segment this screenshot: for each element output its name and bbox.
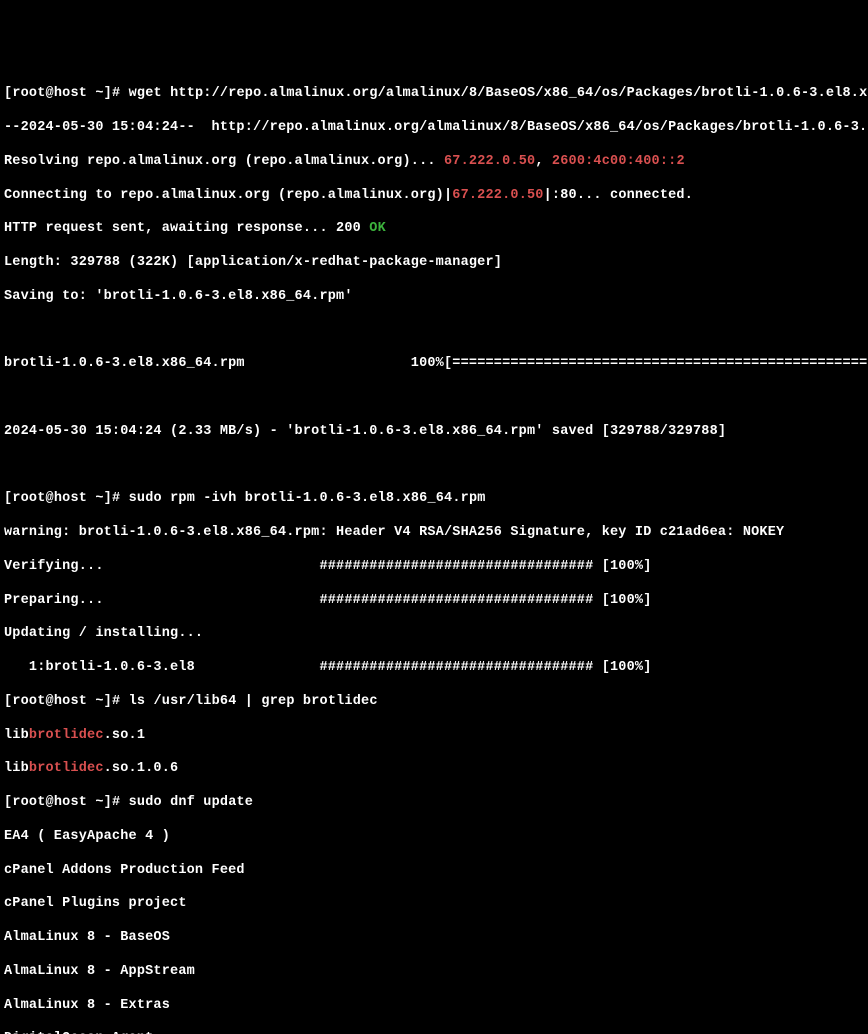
dnf-repo: EA4 ( EasyApache 4 ): [4, 829, 864, 846]
wget-http-status: HTTP request sent, awaiting response... …: [4, 221, 864, 238]
grep-match: brotlidec: [29, 761, 104, 776]
prompt-line-wget[interactable]: [root@host ~]# wget http://repo.almalinu…: [4, 86, 864, 103]
wget-saved: 2024-05-30 15:04:24 (2.33 MB/s) - 'brotl…: [4, 424, 864, 441]
dnf-command: sudo dnf update: [129, 795, 254, 810]
prompt-line-ls[interactable]: [root@host ~]# ls /usr/lib64 | grep brot…: [4, 694, 864, 711]
prompt-line-rpm[interactable]: [root@host ~]# sudo rpm -ivh brotli-1.0.…: [4, 491, 864, 508]
ipv4-address: 67.222.0.50: [444, 154, 535, 169]
rpm-warning: warning: brotli-1.0.6-3.el8.x86_64.rpm: …: [4, 525, 864, 542]
dnf-repo: AlmaLinux 8 - BaseOS: [4, 930, 864, 947]
rpm-pkg: 1:brotli-1.0.6-3.el8 ###################…: [4, 660, 864, 677]
dnf-repo: cPanel Plugins project: [4, 896, 864, 913]
dnf-repo: AlmaLinux 8 - Extras: [4, 998, 864, 1015]
wget-connect: Connecting to repo.almalinux.org (repo.a…: [4, 188, 864, 205]
dnf-repo: cPanel Addons Production Feed: [4, 863, 864, 880]
dnf-repo: AlmaLinux 8 - AppStream: [4, 964, 864, 981]
blank-line: [4, 390, 864, 407]
grep-match: brotlidec: [29, 728, 104, 743]
blank-line: [4, 323, 864, 340]
rpm-command: sudo rpm -ivh brotli-1.0.6-3.el8.x86_64.…: [129, 491, 486, 506]
wget-resolve: Resolving repo.almalinux.org (repo.almal…: [4, 154, 864, 171]
rpm-updating: Updating / installing...: [4, 626, 864, 643]
http-ok: OK: [369, 221, 386, 236]
prompt-line-dnf[interactable]: [root@host ~]# sudo dnf update: [4, 795, 864, 812]
ls-result-1: libbrotlidec.so.1: [4, 728, 864, 745]
wget-progress: brotli-1.0.6-3.el8.x86_64.rpm 100%[=====…: [4, 356, 864, 373]
ls-command: ls /usr/lib64 | grep brotlidec: [129, 694, 378, 709]
wget-saving: Saving to: 'brotli-1.0.6-3.el8.x86_64.rp…: [4, 289, 864, 306]
ipv6-address: 2600:4c00:400::2: [552, 154, 685, 169]
dnf-repo: DigitalOcean Agent: [4, 1031, 864, 1034]
wget-command: wget http://repo.almalinux.org/almalinux…: [129, 86, 868, 101]
blank-line: [4, 458, 864, 475]
wget-length: Length: 329788 (322K) [application/x-red…: [4, 255, 864, 272]
terminal-output: [root@host ~]# wget http://repo.almalinu…: [4, 70, 864, 1034]
ls-result-2: libbrotlidec.so.1.0.6: [4, 761, 864, 778]
rpm-prepare: Preparing... ###########################…: [4, 593, 864, 610]
connect-ip: 67.222.0.50: [452, 188, 543, 203]
wget-timestamp: --2024-05-30 15:04:24-- http://repo.alma…: [4, 120, 864, 137]
rpm-verify: Verifying... ###########################…: [4, 559, 864, 576]
